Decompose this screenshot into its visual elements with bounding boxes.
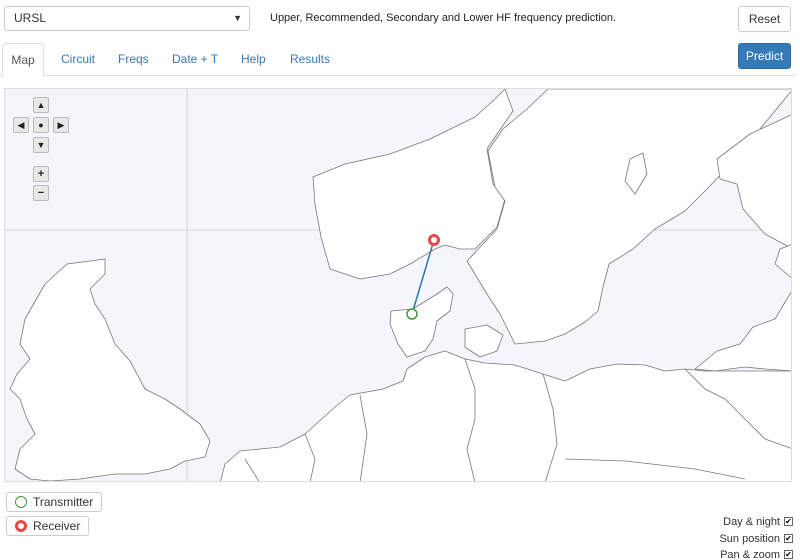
tab-help[interactable]: Help <box>241 43 266 76</box>
saaremaa-land <box>774 244 791 278</box>
option-day-night[interactable]: Day & night ✔ <box>723 516 793 528</box>
tab-results[interactable]: Results <box>290 43 330 76</box>
pan-zoom-checkbox[interactable]: ✔ <box>784 550 793 559</box>
predict-button[interactable]: Predict <box>738 43 791 69</box>
sun-position-checkbox[interactable]: ✔ <box>784 534 793 543</box>
zoom-out-button[interactable]: − <box>33 185 49 201</box>
legend-receiver-label: Receiver <box>33 519 81 533</box>
tab-map[interactable]: Map <box>2 43 44 77</box>
map-view[interactable]: ▲ ◀ ● ▶ ▼ + − <box>4 88 792 482</box>
pan-down-button[interactable]: ▼ <box>33 137 49 153</box>
transmitter-marker[interactable] <box>406 308 418 320</box>
option-pan-zoom[interactable]: Pan & zoom ✔ <box>720 549 793 560</box>
option-day-night-label: Day & night <box>723 516 780 528</box>
tab-freqs[interactable]: Freqs <box>118 43 149 76</box>
land-masses <box>9 89 791 481</box>
zealand-land <box>464 324 504 358</box>
legend-transmitter[interactable]: Transmitter <box>6 492 103 512</box>
option-pan-zoom-label: Pan & zoom <box>720 549 780 560</box>
denmark-land <box>389 286 454 358</box>
option-sun-position-label: Sun position <box>719 533 780 545</box>
reset-button[interactable]: Reset <box>738 6 791 32</box>
pan-center-button[interactable]: ● <box>33 117 49 133</box>
method-select[interactable]: URSL ▼ <box>4 6 250 31</box>
option-sun-position[interactable]: Sun position ✔ <box>719 533 793 545</box>
receiver-marker[interactable] <box>428 234 440 246</box>
pan-up-button[interactable]: ▲ <box>33 97 49 113</box>
method-description: Upper, Recommended, Secondary and Lower … <box>270 12 617 24</box>
tab-bar: Map Circuit Freqs Date + T Help Results <box>0 43 796 77</box>
map-canvas[interactable] <box>5 89 792 482</box>
legend-receiver[interactable]: Receiver <box>6 516 90 536</box>
zoom-in-button[interactable]: + <box>33 166 49 182</box>
transmitter-ring-icon <box>15 496 27 508</box>
chevron-down-icon: ▼ <box>233 13 242 23</box>
legend-transmitter-label: Transmitter <box>33 495 94 509</box>
method-select-value: URSL <box>14 11 47 25</box>
receiver-ring-icon <box>15 520 27 532</box>
tab-circuit[interactable]: Circuit <box>61 43 95 76</box>
great-britain-land <box>9 258 211 481</box>
baltic-land <box>694 291 791 372</box>
tab-date-time[interactable]: Date + T <box>172 43 218 76</box>
sweden-land <box>466 89 791 345</box>
pan-right-button[interactable]: ▶ <box>53 117 69 133</box>
pan-left-button[interactable]: ◀ <box>13 117 29 133</box>
day-night-checkbox[interactable]: ✔ <box>784 517 793 526</box>
